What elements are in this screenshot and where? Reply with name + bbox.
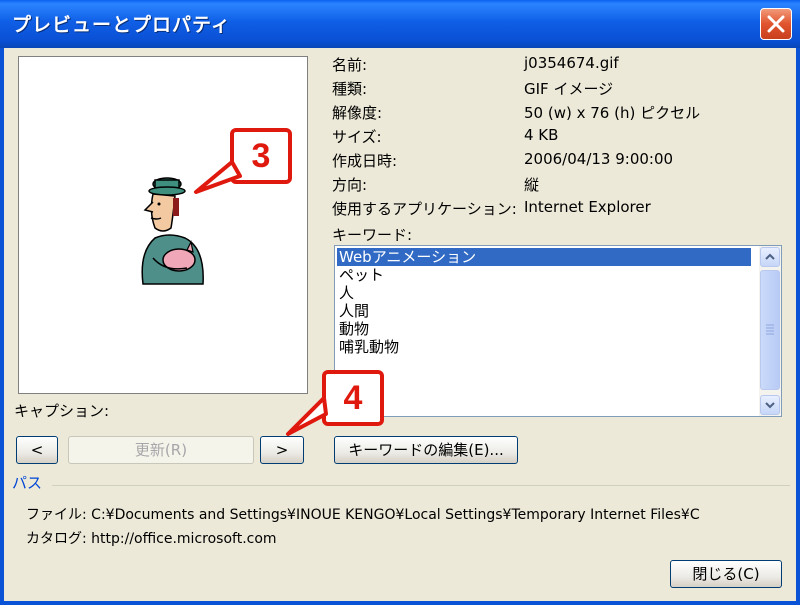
dialog-window: プレビューとプロパティ 3 名前: j0354674.gif 種類: GIF イ… <box>0 0 800 605</box>
chevron-up-icon <box>765 253 775 260</box>
callout-3-pointer <box>194 160 242 194</box>
window-title: プレビューとプロパティ <box>12 14 231 36</box>
update-button[interactable]: 更新(R) <box>68 436 254 464</box>
file-label: ファイル: <box>26 507 87 523</box>
dialog-body: 3 名前: j0354674.gif 種類: GIF イメージ 解像度: 50 … <box>4 48 796 601</box>
path-group-divider <box>52 485 790 486</box>
catalog-row: カタログ: http://office.microsoft.com <box>26 528 277 548</box>
catalog-label: カタログ: <box>26 531 87 547</box>
edit-keywords-button[interactable]: キーワードの編集(E)... <box>334 436 518 464</box>
keywords-listbox[interactable]: Webアニメーション ペット 人 人間 動物 哺乳動物 <box>334 245 782 417</box>
close-icon <box>767 15 785 33</box>
keyword-item[interactable]: 人 <box>337 284 356 302</box>
callout-4-pointer <box>286 396 328 436</box>
scroll-down-button[interactable] <box>760 395 780 415</box>
close-button[interactable]: 閉じる(C) <box>670 560 782 588</box>
catalog-value: http://office.microsoft.com <box>91 531 277 547</box>
keyword-item[interactable]: 人間 <box>337 302 371 320</box>
image-preview <box>18 56 308 394</box>
keywords-label: キーワード: <box>332 226 413 244</box>
grip-icon <box>766 324 774 335</box>
keyword-item[interactable]: 動物 <box>337 320 371 338</box>
chevron-down-icon <box>765 402 775 409</box>
keyword-item[interactable]: Webアニメーション <box>337 248 751 266</box>
path-group-label: パス <box>12 472 49 493</box>
file-path-row: ファイル: C:¥Documents and Settings¥INOUE KE… <box>26 504 700 524</box>
file-path-value: C:¥Documents and Settings¥INOUE KENGO¥Lo… <box>91 507 700 523</box>
keywords-scrollbar[interactable] <box>759 246 781 416</box>
title-bar[interactable]: プレビューとプロパティ <box>0 0 800 48</box>
scroll-thumb[interactable] <box>760 270 780 390</box>
keyword-item[interactable]: ペット <box>337 266 386 284</box>
close-window-button[interactable] <box>760 8 792 40</box>
keyword-item[interactable]: 哺乳動物 <box>337 338 401 356</box>
previous-button[interactable]: < <box>16 436 58 464</box>
caption-label: キャプション: <box>14 402 110 420</box>
scroll-up-button[interactable] <box>760 247 780 267</box>
